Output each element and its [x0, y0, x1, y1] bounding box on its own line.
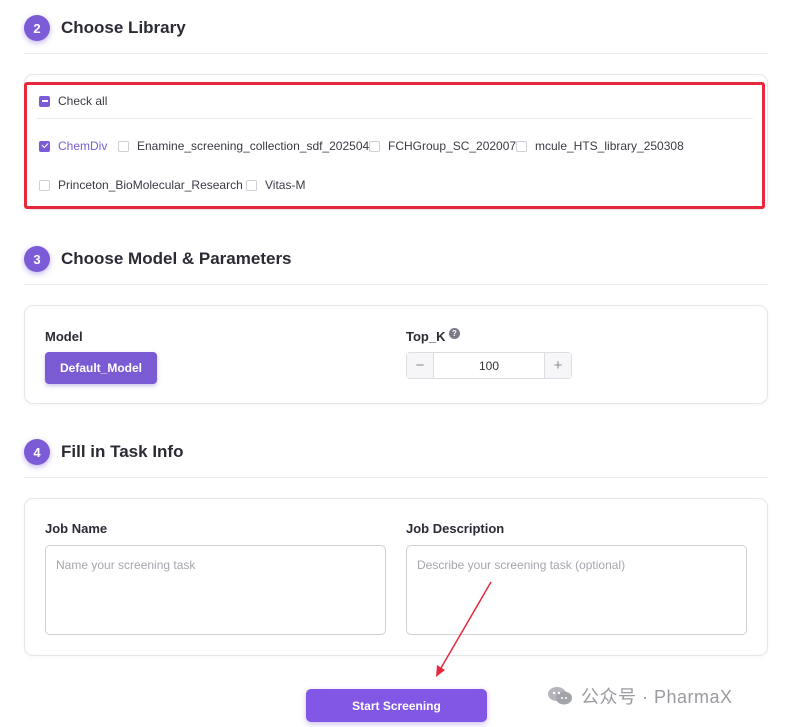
step-number: 3 — [24, 246, 50, 272]
chat-icon — [548, 687, 572, 705]
watermark: 公众号 · PharmaX — [547, 683, 733, 709]
minus-button[interactable]: − — [407, 353, 434, 378]
plus-button[interactable]: + — [544, 353, 571, 378]
topk-stepper: − 100 + — [406, 352, 572, 379]
step-number: 2 — [24, 15, 50, 41]
job-name-label: Job Name — [45, 521, 108, 536]
model-label: Model — [45, 329, 83, 344]
step-choose-model: 3 Choose Model & Parameters — [24, 246, 292, 272]
section-title: Choose Library — [61, 18, 186, 37]
divider — [24, 477, 768, 478]
section-title: Choose Model & Parameters — [61, 249, 292, 268]
step-choose-library: 2 Choose Library — [24, 15, 186, 41]
job-name-field[interactable] — [45, 545, 386, 635]
help-icon[interactable]: ? — [449, 328, 460, 339]
job-description-label: Job Description — [406, 521, 505, 536]
topk-input[interactable]: 100 — [434, 353, 544, 378]
topk-label: Top_K — [406, 329, 446, 344]
default-model-button[interactable]: Default_Model — [45, 352, 157, 384]
highlight-box — [24, 82, 765, 209]
section-title: Fill in Task Info — [61, 442, 184, 461]
start-screening-button[interactable]: Start Screening — [306, 689, 487, 722]
divider — [24, 284, 768, 285]
step-task-info: 4 Fill in Task Info — [24, 439, 183, 465]
watermark-text: 公众号 · PharmaX — [581, 687, 733, 707]
job-description-field[interactable] — [406, 545, 747, 635]
step-number: 4 — [24, 439, 50, 465]
divider — [24, 53, 768, 54]
